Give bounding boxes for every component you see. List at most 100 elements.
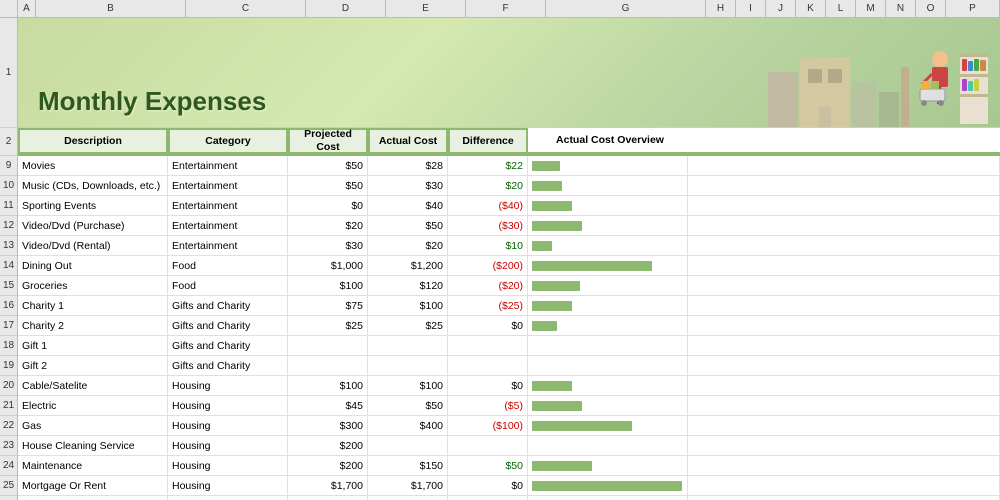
cell-actual: $1,200 bbox=[368, 256, 448, 275]
table-row[interactable]: Groceries Food $100 $120 ($20) bbox=[18, 276, 1000, 296]
cell-bar-chart bbox=[528, 436, 688, 455]
cell-difference: $22 bbox=[448, 156, 528, 175]
cell-category: Housing bbox=[168, 496, 288, 500]
cell-bar-chart bbox=[528, 296, 688, 315]
cell-description: Dining Out bbox=[18, 256, 168, 275]
cell-bar-chart bbox=[528, 236, 688, 255]
cell-description: Groceries bbox=[18, 276, 168, 295]
table-row[interactable]: Natural Gas/Oil Housing bbox=[18, 496, 1000, 500]
banner-title: Monthly Expenses bbox=[38, 86, 266, 117]
table-row[interactable]: Electric Housing $45 $50 ($5) bbox=[18, 396, 1000, 416]
banner: Monthly Expenses bbox=[18, 18, 1000, 128]
cell-description: Electric bbox=[18, 396, 168, 415]
cell-difference: $10 bbox=[448, 236, 528, 255]
col-header-l: L bbox=[826, 0, 856, 17]
cell-description: Sporting Events bbox=[18, 196, 168, 215]
cell-actual: $150 bbox=[368, 456, 448, 475]
cell-projected: $25 bbox=[288, 316, 368, 335]
row-num-17: 17 bbox=[0, 316, 17, 336]
corner-header bbox=[0, 0, 18, 17]
cell-actual bbox=[368, 436, 448, 455]
banner-illustration bbox=[910, 39, 990, 128]
cell-remainder bbox=[688, 456, 1000, 475]
cell-remainder bbox=[688, 216, 1000, 235]
cell-description: Gas bbox=[18, 416, 168, 435]
col-header-k: K bbox=[796, 0, 826, 17]
sheet-content: Monthly Expenses bbox=[18, 18, 1000, 500]
cell-category: Entertainment bbox=[168, 156, 288, 175]
cell-description: Music (CDs, Downloads, etc.) bbox=[18, 176, 168, 195]
cell-remainder bbox=[688, 256, 1000, 275]
cell-actual: $30 bbox=[368, 176, 448, 195]
cell-category: Food bbox=[168, 276, 288, 295]
cell-projected bbox=[288, 356, 368, 375]
row-num-20: 20 bbox=[0, 376, 17, 396]
table-row[interactable]: Gift 1 Gifts and Charity bbox=[18, 336, 1000, 356]
cell-projected: $30 bbox=[288, 236, 368, 255]
cell-actual: $400 bbox=[368, 416, 448, 435]
cell-category: Housing bbox=[168, 436, 288, 455]
row-num-26: 26 bbox=[0, 496, 17, 500]
row-numbers: 1 2 9 10 11 12 13 14 15 16 17 18 19 20 2… bbox=[0, 18, 18, 500]
cell-difference: $50 bbox=[448, 456, 528, 475]
table-row[interactable]: Dining Out Food $1,000 $1,200 ($200) bbox=[18, 256, 1000, 276]
cell-description: Maintenance bbox=[18, 456, 168, 475]
cell-bar-chart bbox=[528, 256, 688, 275]
cell-description: Video/Dvd (Rental) bbox=[18, 236, 168, 255]
table-row[interactable]: Gas Housing $300 $400 ($100) bbox=[18, 416, 1000, 436]
header-difference: Difference bbox=[448, 128, 528, 154]
cell-difference: ($20) bbox=[448, 276, 528, 295]
cell-category: Entertainment bbox=[168, 196, 288, 215]
table-row[interactable]: Video/Dvd (Purchase) Entertainment $20 $… bbox=[18, 216, 1000, 236]
column-header-row: A B C D E F G H I J K L M N O P bbox=[0, 0, 1000, 18]
cell-actual: $120 bbox=[368, 276, 448, 295]
table-row[interactable]: Gift 2 Gifts and Charity bbox=[18, 356, 1000, 376]
cell-projected: $20 bbox=[288, 216, 368, 235]
cell-remainder bbox=[688, 236, 1000, 255]
table-row[interactable]: Cable/Satelite Housing $100 $100 $0 bbox=[18, 376, 1000, 396]
cell-actual bbox=[368, 496, 448, 500]
cell-remainder bbox=[688, 176, 1000, 195]
cell-projected: $100 bbox=[288, 276, 368, 295]
cell-category: Food bbox=[168, 256, 288, 275]
row-num-1: 1 bbox=[0, 18, 17, 128]
table-row[interactable]: Charity 2 Gifts and Charity $25 $25 $0 bbox=[18, 316, 1000, 336]
cell-bar-chart bbox=[528, 336, 688, 355]
row-num-14: 14 bbox=[0, 256, 17, 276]
table-header-row: Description Category ProjectedCost Actua… bbox=[18, 128, 1000, 156]
cell-category: Gifts and Charity bbox=[168, 316, 288, 335]
cell-remainder bbox=[688, 296, 1000, 315]
cell-bar-chart bbox=[528, 376, 688, 395]
cell-difference: $0 bbox=[448, 476, 528, 495]
cell-actual: $100 bbox=[368, 296, 448, 315]
header-remainder bbox=[688, 128, 1000, 154]
cell-category: Gifts and Charity bbox=[168, 356, 288, 375]
cell-difference bbox=[448, 496, 528, 500]
col-header-i: I bbox=[736, 0, 766, 17]
row-num-21: 21 bbox=[0, 396, 17, 416]
table-row[interactable]: House Cleaning Service Housing $200 bbox=[18, 436, 1000, 456]
table-row[interactable]: Movies Entertainment $50 $28 $22 bbox=[18, 156, 1000, 176]
table-row[interactable]: Maintenance Housing $200 $150 $50 bbox=[18, 456, 1000, 476]
cell-bar-chart bbox=[528, 356, 688, 375]
cell-projected: $0 bbox=[288, 196, 368, 215]
table-row[interactable]: Sporting Events Entertainment $0 $40 ($4… bbox=[18, 196, 1000, 216]
cell-category: Housing bbox=[168, 416, 288, 435]
table-row[interactable]: Video/Dvd (Rental) Entertainment $30 $20… bbox=[18, 236, 1000, 256]
cell-description: Cable/Satelite bbox=[18, 376, 168, 395]
cell-category: Housing bbox=[168, 456, 288, 475]
cell-bar-chart bbox=[528, 216, 688, 235]
header-actual-cost-overview: Actual Cost Overview bbox=[528, 128, 688, 154]
cell-difference: $20 bbox=[448, 176, 528, 195]
cell-remainder bbox=[688, 156, 1000, 175]
cell-description: House Cleaning Service bbox=[18, 436, 168, 455]
table-row[interactable]: Music (CDs, Downloads, etc.) Entertainme… bbox=[18, 176, 1000, 196]
table-row[interactable]: Mortgage Or Rent Housing $1,700 $1,700 $… bbox=[18, 476, 1000, 496]
data-rows-container: Movies Entertainment $50 $28 $22 Music (… bbox=[18, 156, 1000, 500]
cell-category: Gifts and Charity bbox=[168, 296, 288, 315]
cell-bar-chart bbox=[528, 196, 688, 215]
row-num-22: 22 bbox=[0, 416, 17, 436]
cell-remainder bbox=[688, 196, 1000, 215]
cell-actual: $50 bbox=[368, 216, 448, 235]
table-row[interactable]: Charity 1 Gifts and Charity $75 $100 ($2… bbox=[18, 296, 1000, 316]
